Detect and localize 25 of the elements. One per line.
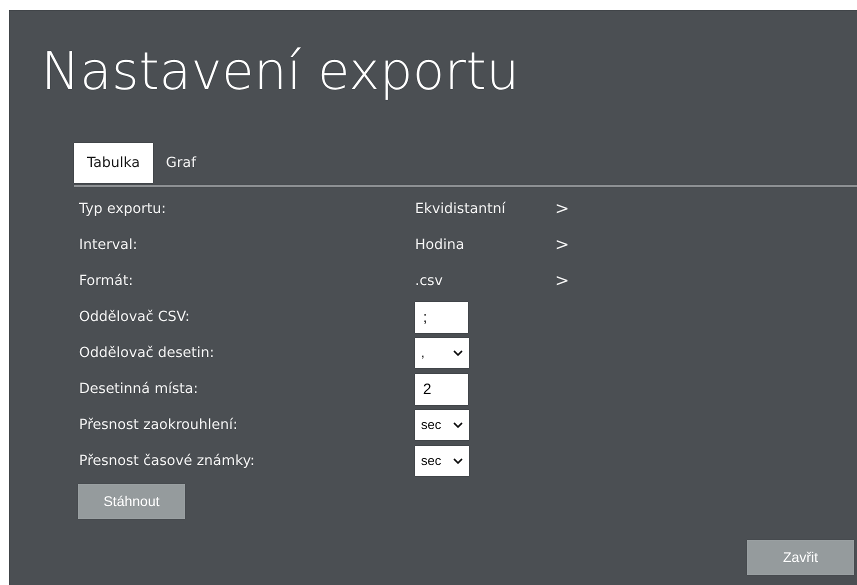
field-label: Oddělovač CSV: — [79, 308, 191, 326]
option-value[interactable]: Hodina — [415, 234, 555, 256]
dropdown[interactable]: , — [415, 338, 469, 368]
field-label: Přesnost zaokrouhlení: — [79, 416, 239, 434]
field-label: Desetinná místa: — [79, 380, 200, 398]
chevron-icon[interactable]: > — [555, 272, 570, 290]
field-label: Formát: — [79, 272, 134, 290]
tab[interactable]: Graf — [152, 143, 210, 183]
page-title: Nastavení exportu — [40, 41, 520, 104]
option-value[interactable]: Ekvidistantní — [415, 198, 555, 220]
chevron-down-icon — [453, 458, 463, 464]
field-label: Interval: — [79, 236, 138, 254]
chevron-icon[interactable]: > — [555, 200, 570, 218]
chevron-down-icon — [453, 422, 463, 428]
chevron-icon[interactable]: > — [555, 236, 570, 254]
dropdown[interactable]: sec — [415, 410, 469, 440]
dropdown[interactable]: sec — [415, 446, 469, 476]
input-field[interactable]: 2 — [415, 374, 468, 404]
field-label: Typ exportu: — [79, 200, 167, 218]
input-field[interactable]: ; — [415, 302, 468, 332]
option-value[interactable]: .csv — [415, 270, 555, 292]
field-label: Oddělovač desetin: — [79, 344, 216, 362]
field-label: Přesnost časové známky: — [79, 452, 256, 470]
tab[interactable]: Tabulka — [74, 143, 153, 183]
chevron-down-icon — [453, 350, 463, 356]
